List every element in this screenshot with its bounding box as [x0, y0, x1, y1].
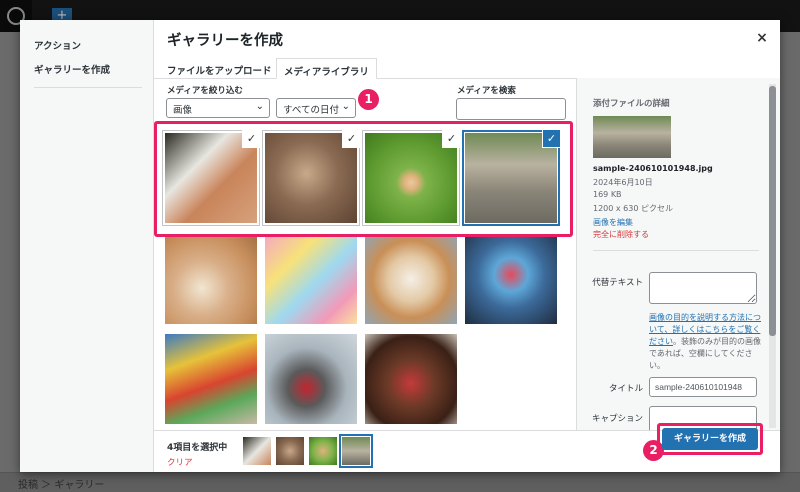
alt-text-help: 画像の目的を説明する方法について、詳しくはこちらをご覧ください。装飾のみが目的の…	[649, 312, 761, 372]
clear-selection-link[interactable]: クリア	[167, 456, 193, 468]
selection-thumb[interactable]	[339, 434, 373, 468]
details-scrollbar-thumb[interactable]	[769, 86, 776, 336]
search-label: メディアを検索	[457, 86, 516, 96]
tab-upload-files[interactable]: ファイルをアップロード	[160, 58, 279, 79]
details-filesize: 169 KB	[593, 190, 622, 199]
menu-separator	[34, 87, 142, 88]
media-type-select[interactable]: 画像 ⌄	[166, 98, 270, 118]
attachment-thumb[interactable]	[365, 234, 457, 324]
media-type-value: 画像	[173, 105, 193, 116]
details-heading: 添付ファイルの詳細	[593, 99, 670, 109]
alt-text-label: 代替テキスト	[592, 278, 643, 288]
media-search-input[interactable]	[456, 98, 566, 120]
editor-footer: 投稿 ＞ ギャラリー	[0, 472, 800, 492]
filter-label: メディアを絞り込む	[167, 86, 243, 96]
details-filename: sample-240610101948.jpg	[593, 164, 713, 173]
details-dimensions: 1200 x 630 ピクセル	[593, 204, 673, 213]
modal-title: ギャラリーを作成	[167, 33, 283, 49]
details-scrollbar[interactable]	[769, 84, 776, 428]
title-label: タイトル	[608, 384, 643, 394]
selection-highlight-frame	[154, 121, 573, 237]
attachment-preview	[593, 116, 671, 158]
selection-thumb[interactable]	[243, 437, 271, 465]
edit-image-link[interactable]: 画像を編集	[593, 217, 633, 228]
media-menu: アクション ギャラリーを作成	[20, 20, 154, 472]
selection-count: 4項目を選択中	[167, 443, 228, 453]
editor-side-strip	[780, 32, 800, 472]
close-icon[interactable]: ×	[752, 28, 772, 48]
create-gallery-button[interactable]: ギャラリーを作成	[662, 428, 758, 450]
details-date: 2024年6月10日	[593, 178, 653, 187]
tab-media-library[interactable]: メディアライブラリ	[276, 58, 377, 79]
menu-item-create-gallery[interactable]: ギャラリーを作成	[34, 62, 110, 76]
attachment-thumb[interactable]	[165, 234, 257, 324]
selection-thumb[interactable]	[276, 437, 304, 465]
date-select[interactable]: すべての日付 ⌄	[276, 98, 356, 118]
chevron-down-icon: ⌄	[255, 101, 264, 112]
breadcrumb: 投稿 ＞ ギャラリー	[18, 480, 105, 491]
title-field[interactable]	[649, 377, 757, 397]
attachment-thumb[interactable]	[365, 334, 457, 424]
date-value: すべての日付	[283, 105, 339, 116]
attachment-thumb[interactable]	[465, 234, 557, 324]
selection-thumb[interactable]	[309, 437, 337, 465]
chevron-down-icon: ⌄	[341, 101, 350, 112]
caption-label: キャプション	[591, 414, 643, 424]
attachment-thumb[interactable]	[265, 334, 357, 424]
media-modal: アクション ギャラリーを作成 ギャラリーを作成 × ファイルをアップロード メデ…	[20, 20, 780, 472]
attachment-thumb[interactable]	[265, 234, 357, 324]
details-divider	[593, 250, 759, 251]
attachment-details: 添付ファイルの詳細 sample-240610101948.jpg 2024年6…	[576, 78, 780, 430]
step-1-badge: 1	[358, 89, 379, 110]
menu-heading-action: アクション	[34, 41, 82, 52]
delete-permanently-link[interactable]: 完全に削除する	[593, 229, 649, 240]
alt-text-field[interactable]	[649, 272, 757, 304]
attachment-thumb[interactable]	[165, 334, 257, 424]
